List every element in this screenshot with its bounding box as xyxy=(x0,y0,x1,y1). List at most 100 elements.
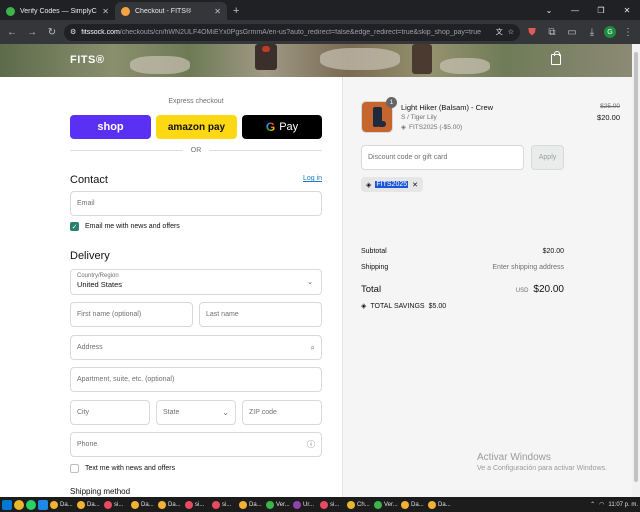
order-summary: 1 Light Hiker (Balsam) - Crew S / Tiger … xyxy=(342,77,632,497)
email-field[interactable]: Email xyxy=(70,191,322,216)
shipping-label: Shipping xyxy=(361,264,389,271)
remove-discount-icon[interactable]: ✕ xyxy=(412,181,418,189)
forward-icon[interactable]: → xyxy=(24,24,40,40)
taskbar-app[interactable]: Da... xyxy=(239,500,264,509)
download-icon[interactable]: ⤓ xyxy=(584,24,600,40)
wifi-icon[interactable]: ◠ xyxy=(599,501,604,508)
watermark-line2: Ve a Configuración para activar Windows. xyxy=(477,465,607,472)
chrome-taskbar-icon[interactable] xyxy=(14,499,24,510)
bookmark-star-icon[interactable]: ☆ xyxy=(508,28,514,36)
browser-toolbar: ← → ↻ ⚙ fitssock.com/checkouts/cn/hWN2UL… xyxy=(0,20,640,44)
text-offers-checkbox[interactable]: Text me with news and offers xyxy=(70,464,175,473)
taskbar-app[interactable]: Ver... xyxy=(374,500,399,509)
taskbar-app[interactable]: Da... xyxy=(77,500,102,509)
maximize-icon[interactable]: ❐ xyxy=(588,0,614,20)
taskbar-app[interactable]: si... xyxy=(185,500,210,509)
app-icon xyxy=(266,500,274,509)
google-pay-label: Pay xyxy=(279,121,299,133)
google-pay-button[interactable]: G Pay xyxy=(242,115,322,139)
translate-icon[interactable]: 文 xyxy=(496,27,503,37)
taskbar-app[interactable]: si... xyxy=(212,500,237,509)
app-icon xyxy=(239,500,247,509)
profile-avatar[interactable]: G xyxy=(604,26,616,38)
tab-verify-codes[interactable]: Verify Codes — SimplyCodes ✕ xyxy=(0,2,115,20)
app-icon xyxy=(212,500,220,509)
address-field[interactable]: Address ⌕ xyxy=(70,335,322,360)
taskbar-app[interactable]: Da... xyxy=(131,500,156,509)
first-name-field[interactable]: First name (optional) xyxy=(70,302,193,327)
back-icon[interactable]: ← xyxy=(4,24,20,40)
taskbar-app[interactable]: si... xyxy=(320,500,345,509)
applied-discount-chip: ◈ FITS2025 ✕ xyxy=(361,177,424,192)
apply-button[interactable]: Apply xyxy=(531,145,564,170)
shop-pay-button[interactable]: shop xyxy=(70,115,151,139)
tab-search-icon[interactable]: ⌄ xyxy=(536,0,562,20)
puzzle-extension-icon[interactable]: ⧉ xyxy=(544,24,560,40)
apartment-field[interactable]: Apartment, suite, etc. (optional) xyxy=(70,367,322,392)
shopping-bag-icon[interactable] xyxy=(551,51,561,65)
app-icon xyxy=(401,500,409,509)
checkmark-icon[interactable]: ✓ xyxy=(70,222,79,231)
clock[interactable]: 11:07 p. m. xyxy=(608,502,638,508)
text-offers-label: Text me with news and offers xyxy=(85,465,176,472)
whatsapp-taskbar-icon[interactable] xyxy=(26,499,36,510)
last-name-field[interactable]: Last name xyxy=(199,302,322,327)
sidebar-icon[interactable]: ▭ xyxy=(564,24,580,40)
taskbar-app[interactable]: Da... xyxy=(158,500,183,509)
taskbar-app[interactable]: Ch... xyxy=(347,500,372,509)
taskbar-app[interactable]: Da... xyxy=(50,500,75,509)
close-window-icon[interactable]: ✕ xyxy=(614,0,640,20)
express-checkout-title: Express checkout xyxy=(168,98,224,105)
brand-logo[interactable]: FITS® xyxy=(70,54,104,66)
help-icon[interactable]: ⓘ xyxy=(307,439,315,450)
discounted-price: $20.00 xyxy=(597,113,620,122)
app-icon xyxy=(104,500,112,509)
email-offers-checkbox[interactable]: ✓ Email me with news and offers xyxy=(70,222,180,231)
menu-icon[interactable]: ⋮ xyxy=(620,24,636,40)
scrollbar-thumb[interactable] xyxy=(634,52,638,482)
close-tab-icon[interactable]: ✕ xyxy=(102,7,109,16)
windows-start-icon[interactable] xyxy=(2,499,12,510)
city-field[interactable]: City xyxy=(70,400,150,425)
applied-code: FITS2025 xyxy=(375,181,409,188)
country-select[interactable]: Country/Region United States ⌄ xyxy=(70,269,322,295)
quantity-badge: 1 xyxy=(386,97,397,108)
shield-extension-icon[interactable]: ⛊ xyxy=(524,24,540,40)
minimize-icon[interactable]: — xyxy=(562,0,588,20)
app-taskbar-icon[interactable] xyxy=(38,499,48,510)
shipping-value: Enter shipping address xyxy=(492,264,564,271)
tag-icon: ◈ xyxy=(366,181,372,189)
site-info-icon[interactable]: ⚙ xyxy=(70,28,76,36)
address-bar[interactable]: ⚙ fitssock.com/checkouts/cn/hWN2ULF4OMiE… xyxy=(64,23,520,41)
original-price: $25.00 xyxy=(600,103,620,110)
taskbar-app[interactable]: Ur... xyxy=(293,500,318,509)
tag-icon: ◈ xyxy=(401,124,406,131)
chevron-up-icon[interactable]: ⌃ xyxy=(590,501,595,508)
close-tab-icon[interactable]: ✕ xyxy=(214,7,221,16)
login-link[interactable]: Log in xyxy=(303,175,322,182)
app-icon xyxy=(185,500,193,509)
taskbar-app[interactable]: Da... xyxy=(428,500,453,509)
taskbar-app[interactable]: Ver... xyxy=(266,500,291,509)
zip-field[interactable]: ZIP code xyxy=(242,400,322,425)
chevron-down-icon: ⌄ xyxy=(307,279,313,286)
tab-checkout[interactable]: Checkout - FITS® ✕ xyxy=(115,2,227,20)
taskbar-app[interactable]: Da... xyxy=(401,500,426,509)
checkbox-icon[interactable] xyxy=(70,464,79,473)
contact-heading: Contact xyxy=(70,174,108,186)
simplycodes-favicon-icon xyxy=(6,6,15,16)
checkout-page: FITS® Express checkout shop amazon pay G… xyxy=(0,44,632,497)
subtotal-label: Subtotal xyxy=(361,248,387,255)
page-scrollbar[interactable] xyxy=(632,44,640,497)
new-tab-button[interactable]: + xyxy=(227,2,245,20)
checkout-form: Express checkout shop amazon pay G Pay O… xyxy=(0,77,342,497)
watermark-line1: Activar Windows xyxy=(477,452,551,463)
window-controls: ⌄ — ❐ ✕ xyxy=(536,0,640,20)
taskbar-app[interactable]: si... xyxy=(104,500,129,509)
phone-field[interactable]: Phone ⓘ xyxy=(70,432,322,457)
windows-taskbar: Da... Da... si... Da... Da... si... si..… xyxy=(0,497,640,512)
discount-code-input[interactable]: Discount code or gift card xyxy=(361,145,524,170)
reload-icon[interactable]: ↻ xyxy=(44,24,60,40)
amazon-pay-button[interactable]: amazon pay xyxy=(156,115,237,139)
state-select[interactable]: State ⌄ xyxy=(156,400,236,425)
